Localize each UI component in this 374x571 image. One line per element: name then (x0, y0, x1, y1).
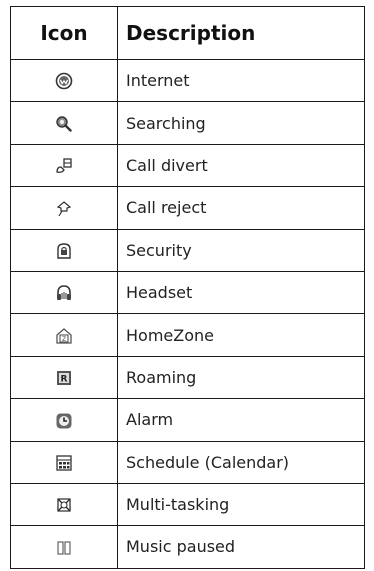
table-row: Z HomeZone (10, 313, 365, 357)
multi-tasking-icon (55, 496, 73, 514)
header-icon: Icon (10, 6, 118, 60)
internet-icon (55, 72, 73, 90)
table-row: Call divert (10, 143, 365, 188)
header-row: Icon Description (10, 6, 365, 60)
row-description: Music paused (117, 525, 365, 569)
svg-text:Z: Z (62, 336, 66, 343)
table-row: Multi-tasking (10, 482, 365, 527)
row-description: Call reject (117, 186, 365, 230)
svg-text:R: R (61, 375, 68, 385)
row-description: Searching (117, 101, 365, 145)
table-row: Alarm (10, 398, 365, 442)
table-row: R Roaming (10, 355, 365, 400)
table-row: Security (10, 228, 365, 272)
table-row: Internet (10, 58, 365, 103)
homezone-icon: Z (55, 327, 73, 345)
music-paused-icon (55, 539, 73, 557)
call-reject-icon (55, 200, 73, 218)
row-description: Headset (117, 270, 365, 315)
row-description: Roaming (117, 355, 365, 400)
row-description: Alarm (117, 398, 365, 442)
icon-description-table: Icon Description Internet Searching Call… (10, 6, 365, 569)
roaming-icon: R (55, 369, 73, 387)
row-description: Call divert (117, 143, 365, 188)
alarm-icon (55, 412, 73, 430)
table-row: Headset (10, 270, 365, 315)
call-divert-icon (55, 157, 73, 175)
row-description: Multi-tasking (117, 482, 365, 527)
row-description: Internet (117, 58, 365, 103)
row-description: Security (117, 228, 365, 272)
security-icon (55, 242, 73, 260)
searching-icon (55, 115, 73, 133)
table-row: Searching (10, 101, 365, 145)
headset-icon (55, 284, 73, 302)
header-description: Description (117, 6, 365, 60)
row-description: HomeZone (117, 313, 365, 357)
table-row: Call reject (10, 186, 365, 230)
table-row: Schedule (Calendar) (10, 440, 365, 484)
table-row: Music paused (10, 525, 365, 569)
row-description: Schedule (Calendar) (117, 440, 365, 484)
schedule-icon (55, 454, 73, 472)
